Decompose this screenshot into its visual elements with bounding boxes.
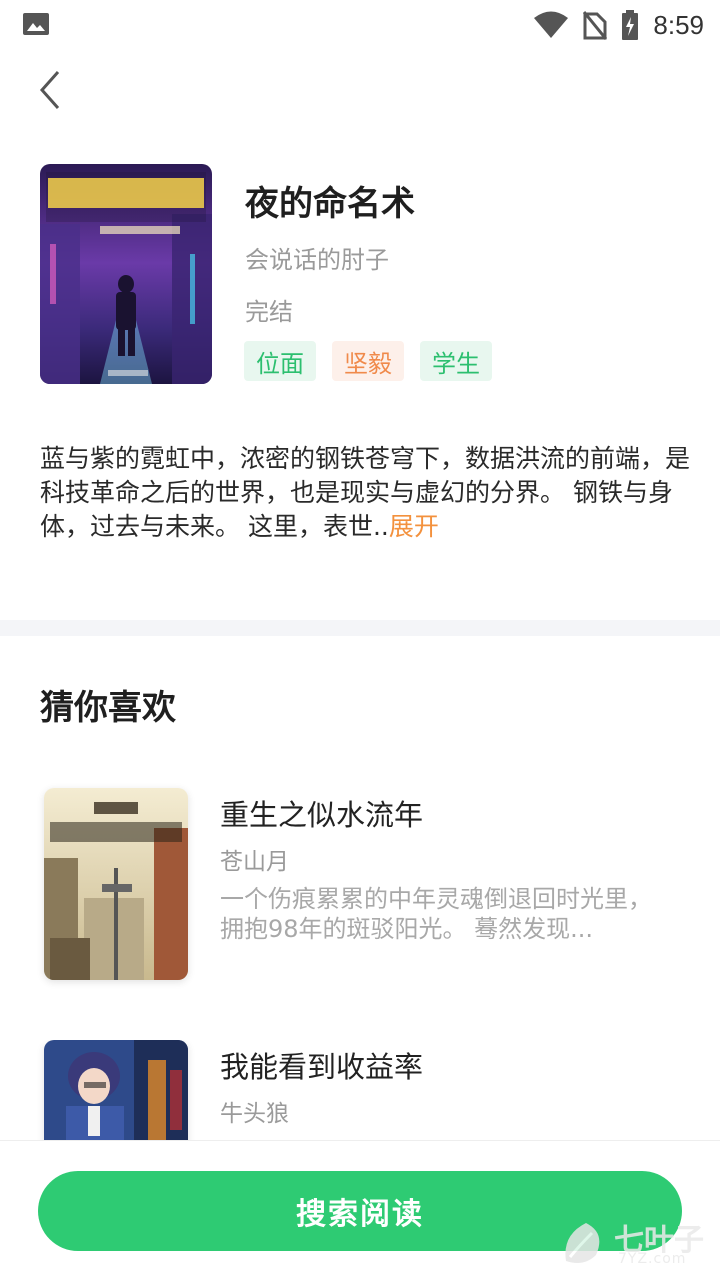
back-button[interactable] xyxy=(30,66,70,114)
watermark: 七叶子 7YZ.com xyxy=(556,1215,706,1275)
tag-list: 位面 坚毅 学生 xyxy=(244,341,492,381)
leaf-logo-icon xyxy=(565,1223,600,1263)
battery-charging-icon xyxy=(622,10,639,40)
wifi-icon xyxy=(534,11,569,38)
rec-title: 重生之似水流年 xyxy=(220,798,424,832)
rec-cover-image xyxy=(44,788,188,980)
watermark-url: 7YZ.com xyxy=(618,1251,687,1267)
gallery-notification-icon xyxy=(23,13,49,35)
section-divider xyxy=(0,620,720,636)
bottom-bar: 搜索阅读 七叶子 7YZ.com xyxy=(0,1140,720,1280)
book-status: 完结 xyxy=(245,298,293,326)
list-item[interactable]: 重生之似水流年 苍山月 一个伤痕累累的中年灵魂倒退回时光里，拥抱98年的斑驳阳光… xyxy=(0,788,720,982)
book-cover[interactable] xyxy=(40,164,212,384)
rec-author: 苍山月 xyxy=(220,849,289,875)
rec-description: 一个伤痕累累的中年灵魂倒退回时光里，拥抱98年的斑驳阳光。 蓦然发现... xyxy=(220,885,652,943)
book-description: 蓝与紫的霓虹中，浓密的钢铁苍穹下，数据洪流的前端，是科技革命之后的世界，也是现实… xyxy=(40,442,690,544)
expand-link[interactable]: 展开 xyxy=(389,512,439,541)
rec-cover-image xyxy=(44,1040,188,1140)
list-item[interactable]: 我能看到收益率 牛头狼 xyxy=(0,1040,720,1140)
no-sim-icon xyxy=(583,11,608,40)
rec-author: 牛头狼 xyxy=(220,1101,289,1127)
rec-cover xyxy=(44,1040,188,1140)
section-title: 猜你喜欢 xyxy=(40,688,176,728)
status-bar: 8:59 xyxy=(0,0,720,50)
book-author[interactable]: 会说话的肘子 xyxy=(245,240,389,275)
book-title: 夜的命名术 xyxy=(245,184,415,224)
rec-title: 我能看到收益率 xyxy=(220,1050,424,1084)
rec-cover xyxy=(44,788,188,980)
status-time: 8:59 xyxy=(653,9,704,40)
book-cover-image xyxy=(40,164,212,384)
tag[interactable]: 坚毅 xyxy=(332,341,404,381)
tag[interactable]: 位面 xyxy=(244,341,316,381)
book-description-text: 蓝与紫的霓虹中，浓密的钢铁苍穹下，数据洪流的前端，是科技革命之后的世界，也是现实… xyxy=(40,444,691,541)
chevron-left-icon xyxy=(39,71,60,109)
tag[interactable]: 学生 xyxy=(420,341,492,381)
